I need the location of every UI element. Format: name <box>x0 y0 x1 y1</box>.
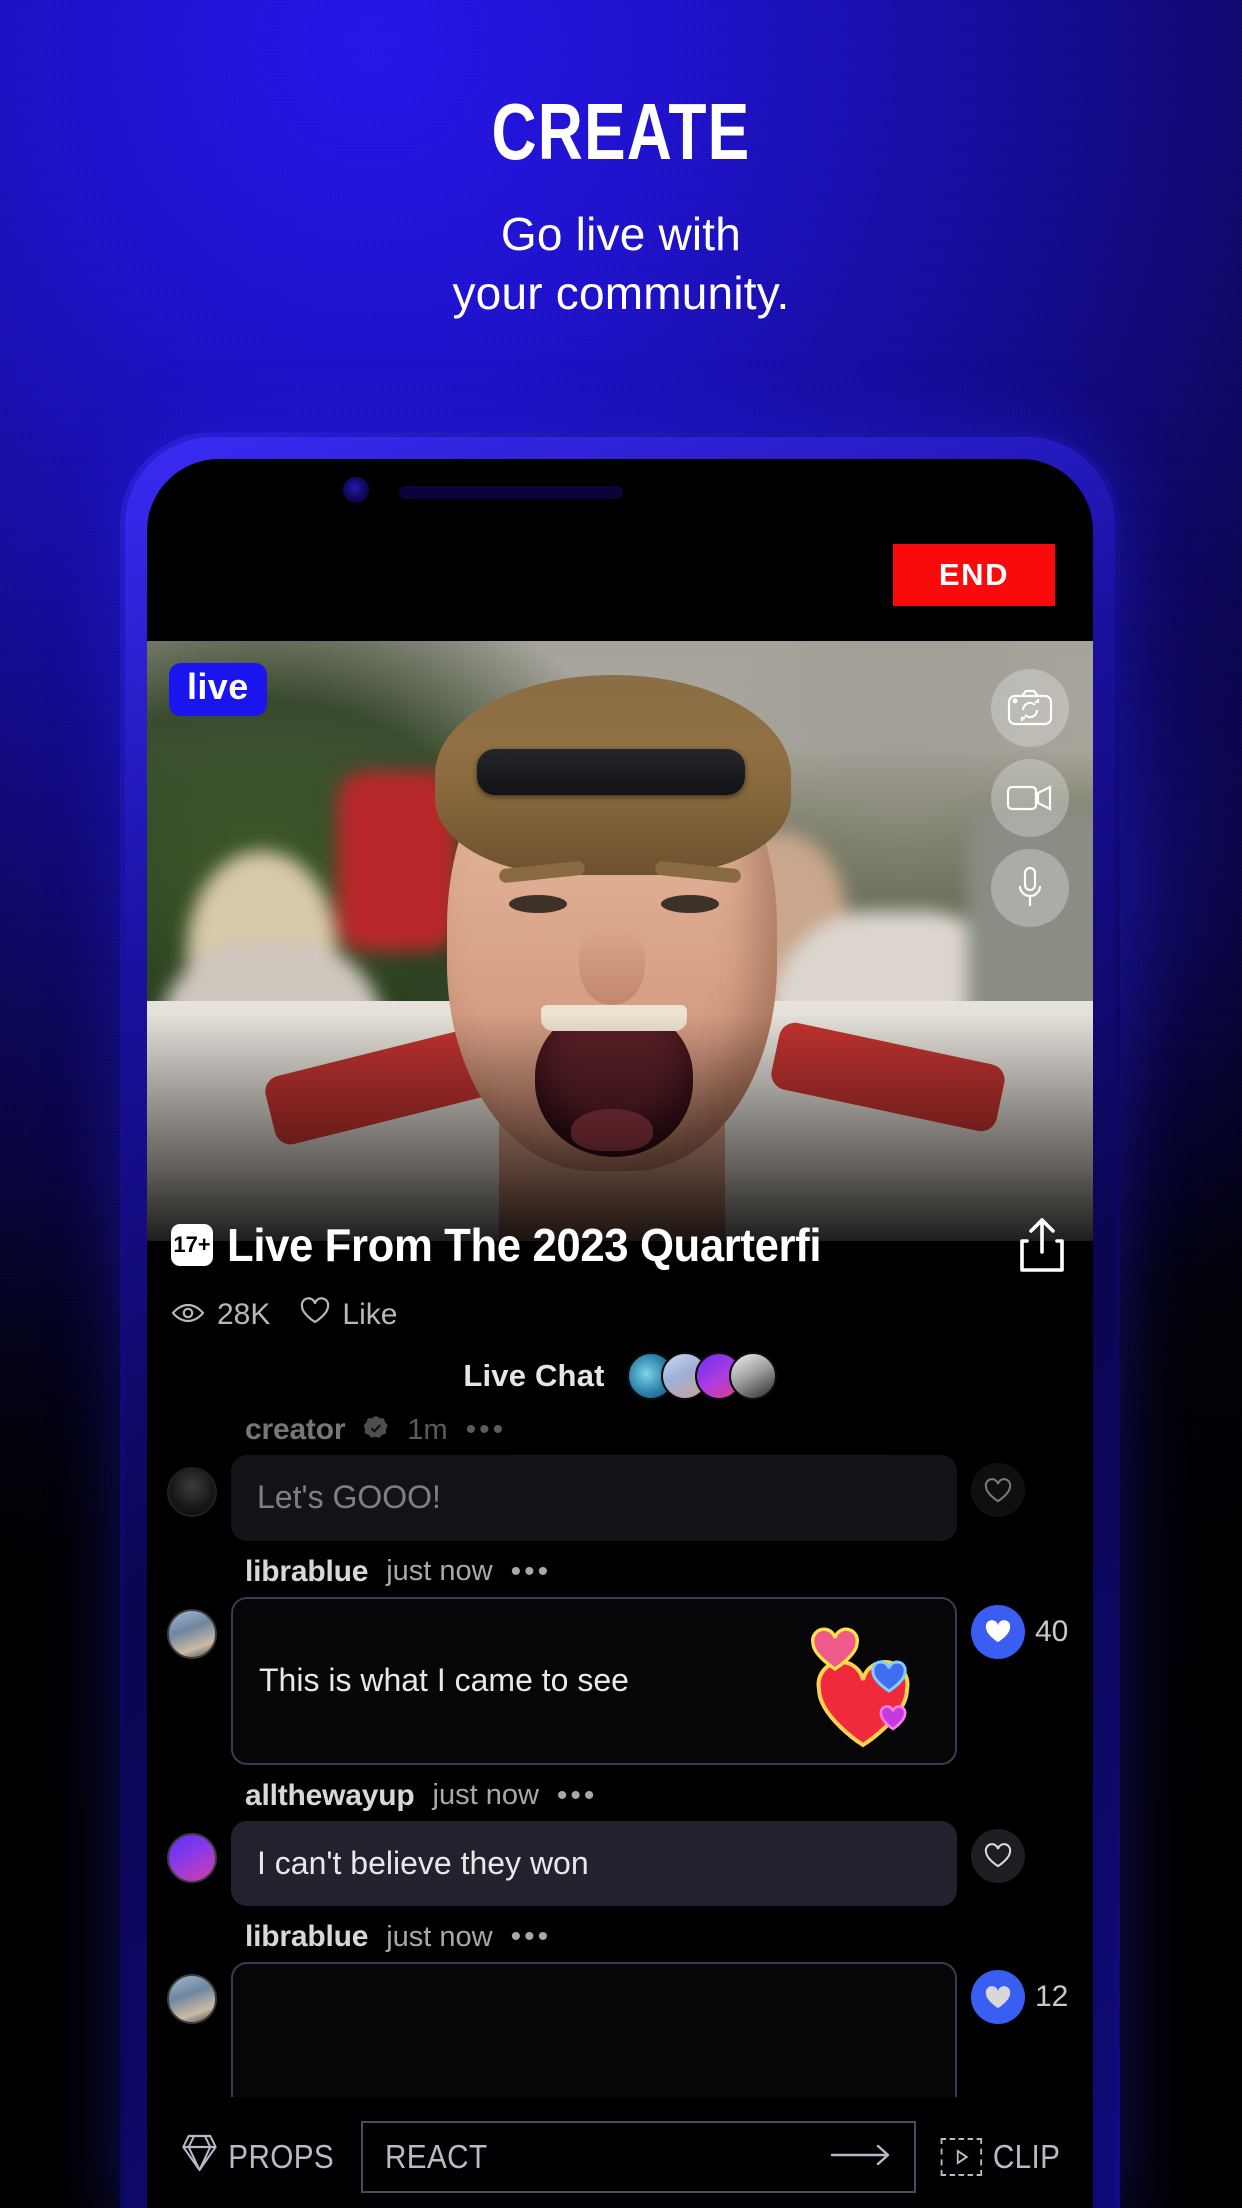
subtitle-line-2: your community. <box>452 266 790 319</box>
earpiece-speaker <box>399 486 623 499</box>
props-label: PROPS <box>228 2138 335 2175</box>
arrow-right-icon[interactable] <box>830 2138 892 2176</box>
live-video-preview[interactable]: live <box>147 641 1093 1241</box>
chat-username[interactable]: librablue <box>245 1920 368 1954</box>
front-camera-icon <box>343 477 369 503</box>
chat-message-header: librablue just now ••• <box>167 1912 1077 1962</box>
diamond-icon <box>181 2132 217 2182</box>
react-label: REACT <box>384 2138 488 2175</box>
view-count-label: 28K <box>217 1297 271 1331</box>
avatar <box>167 1608 217 1659</box>
chat-bubble: I can't believe they won <box>231 1820 957 1907</box>
avatar <box>728 1352 777 1400</box>
heart-outline-icon[interactable] <box>971 1828 1025 1883</box>
flip-camera-icon[interactable] <box>991 669 1069 747</box>
microphone-icon[interactable] <box>991 849 1069 927</box>
phone-mockup: END live 17+ Live From The 2023 Quarterf… <box>120 432 1120 2208</box>
chat-timestamp: just now <box>432 1779 539 1812</box>
chat-like-control[interactable]: 12 <box>971 1970 1077 2025</box>
phone-bezel: END live 17+ Live From The 2023 Quarterf… <box>125 437 1115 2208</box>
age-rating-badge: 17+ <box>171 1224 213 1266</box>
page-title: CREATE <box>491 87 751 176</box>
video-camera-icon[interactable] <box>991 759 1069 837</box>
chat-bubble: Let's GOOO! <box>231 1455 957 1541</box>
chat-like-count: 40 <box>1035 1614 1069 1648</box>
react-input[interactable]: REACT <box>360 2121 917 2193</box>
chat-username[interactable]: allthewayup <box>245 1779 415 1813</box>
chat-message: creator 1m ••• Let's GOOO! <box>147 1405 1093 1541</box>
heart-icon <box>300 1297 330 1332</box>
chat-message: librablue just now ••• This is what I ca… <box>147 1547 1093 1765</box>
chat-like-control[interactable] <box>971 1463 1077 1517</box>
chat-username[interactable]: librablue <box>245 1555 368 1589</box>
chat-message-body: 12 <box>167 1962 1077 2097</box>
chat-more-icon[interactable]: ••• <box>511 1556 552 1587</box>
chat-message-header: creator 1m ••• <box>167 1405 1077 1455</box>
page-subtitle: Go live with your community. <box>0 205 1242 323</box>
chat-message: librablue just now ••• 12 <box>147 1912 1093 2097</box>
like-label: Like <box>342 1297 398 1331</box>
clip-button[interactable]: CLIP <box>940 2138 1061 2176</box>
clip-label: CLIP <box>992 2138 1061 2175</box>
chat-username[interactable]: creator <box>245 1413 346 1447</box>
like-button[interactable]: Like <box>300 1297 397 1332</box>
share-icon[interactable] <box>1015 1215 1069 1275</box>
stream-meta-row: 28K Like <box>171 1297 397 1332</box>
chat-bubble: This is what I came to see <box>231 1596 957 1765</box>
chat-message: allthewayup just now ••• I can't believe… <box>147 1771 1093 1907</box>
clip-play-icon <box>940 2138 983 2176</box>
live-chat-label: Live Chat <box>463 1358 605 1393</box>
props-button[interactable]: PROPS <box>181 2132 334 2182</box>
heart-outline-icon[interactable] <box>971 1463 1025 1517</box>
heart-filled-icon[interactable] <box>971 1970 1025 2025</box>
chat-message-header: allthewayup just now ••• <box>167 1771 1077 1821</box>
chat-message-text: This is what I came to see <box>259 1661 629 1698</box>
view-count: 28K <box>171 1298 270 1332</box>
chat-message-body: I can't believe they won <box>167 1820 1077 1907</box>
live-chat-header: Live Chat <box>147 1343 1093 1409</box>
chat-like-control[interactable] <box>971 1828 1077 1883</box>
subtitle-line-1: Go live with <box>500 208 742 260</box>
chat-like-count: 12 <box>1035 1980 1069 2014</box>
stream-toolbar: PROPS REACT CLIP <box>147 2097 1093 2208</box>
end-stream-button[interactable]: END <box>893 544 1055 606</box>
chat-message-header: librablue just now ••• <box>167 1547 1077 1597</box>
chat-message-body: This is what I came to see 40 <box>167 1596 1077 1765</box>
chat-timestamp: 1m <box>407 1413 448 1446</box>
live-badge: live <box>169 663 267 716</box>
stream-title: Live From The 2023 Quarterfi <box>227 1219 822 1271</box>
video-vignette <box>147 641 1093 1241</box>
chat-more-icon[interactable]: ••• <box>466 1415 507 1445</box>
chat-like-control[interactable]: 40 <box>971 1604 1077 1659</box>
heart-filled-icon[interactable] <box>971 1604 1025 1659</box>
stream-title-row: 17+ Live From The 2023 Quarterfi <box>147 1199 1093 1291</box>
chat-more-icon[interactable]: ••• <box>511 1922 552 1952</box>
avatar <box>167 1832 217 1883</box>
eye-icon <box>171 1298 205 1332</box>
viewer-avatars[interactable] <box>626 1352 777 1400</box>
chat-timestamp: just now <box>386 1555 493 1588</box>
avatar <box>167 1974 217 2025</box>
chat-message-body: Let's GOOO! <box>167 1455 1077 1541</box>
chat-more-icon[interactable]: ••• <box>557 1780 598 1811</box>
phone-screen: END live 17+ Live From The 2023 Quarterf… <box>147 459 1093 2208</box>
avatar <box>167 1467 217 1517</box>
promo-screenshot: CREATE Go live with your community. END <box>0 0 1242 2208</box>
camera-controls <box>991 669 1069 927</box>
neon-hearts-reaction-icon <box>801 1625 921 1755</box>
chat-bubble <box>231 1962 957 2097</box>
verified-badge-icon <box>363 1415 389 1446</box>
chat-timestamp: just now <box>386 1920 493 1953</box>
chat-message-list[interactable]: creator 1m ••• Let's GOOO! librablue jus… <box>147 1405 1093 2097</box>
